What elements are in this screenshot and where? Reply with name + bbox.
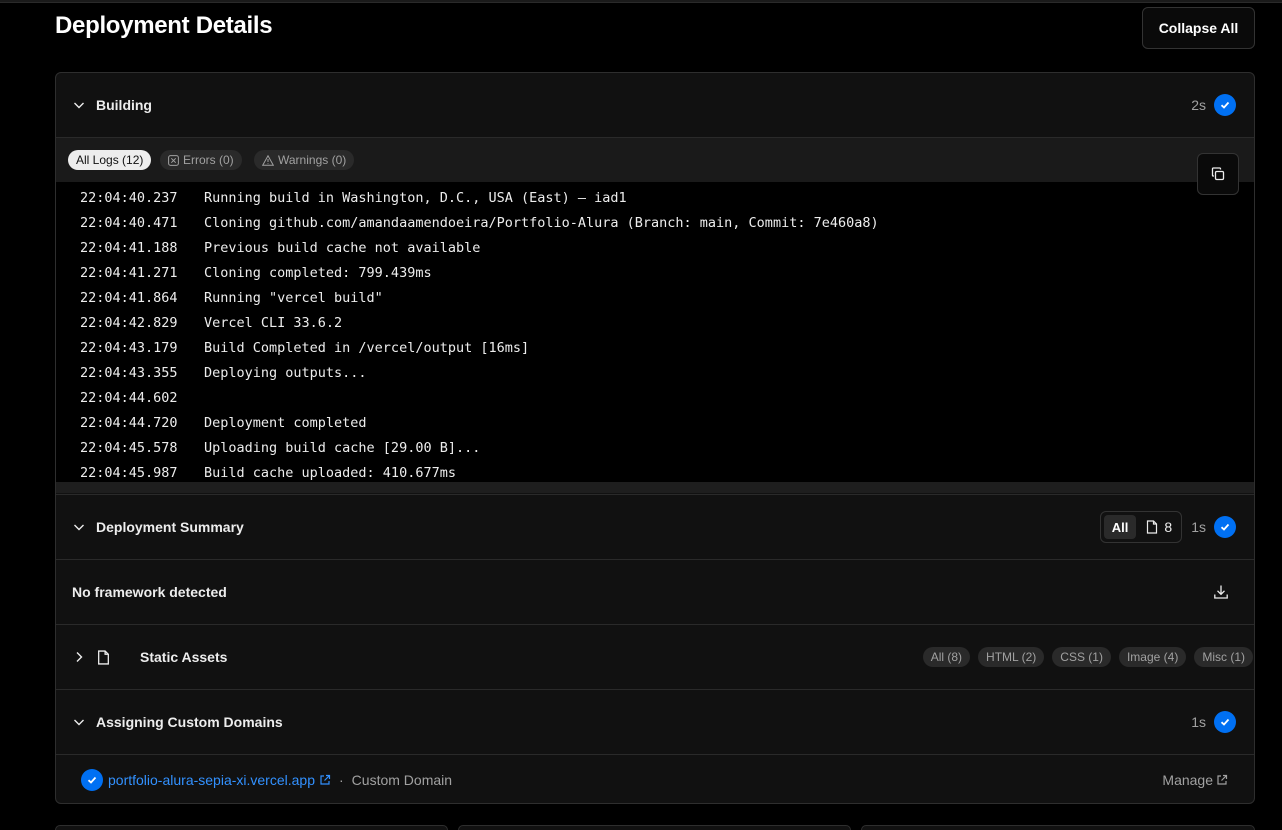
tab-all-logs-label: All Logs (12)	[76, 153, 144, 167]
summary-header[interactable]: Deployment Summary All 8 1s	[56, 494, 1254, 560]
tab-warnings-label: Warnings (0)	[278, 153, 347, 167]
log-timestamp: 22:04:41.864	[80, 289, 178, 306]
domains-header[interactable]: Assigning Custom Domains 1s	[56, 690, 1254, 755]
tab-warnings[interactable]: Warnings (0)	[254, 150, 355, 170]
building-header[interactable]: Building 2s	[56, 73, 1254, 138]
next-card	[861, 825, 1255, 830]
download-icon	[1214, 585, 1228, 599]
manage-button[interactable]: Manage	[1162, 772, 1228, 788]
external-link-icon	[1217, 774, 1228, 785]
building-duration: 2s	[1191, 97, 1206, 113]
log-timestamp: 22:04:41.188	[80, 239, 178, 256]
asset-filter-pill[interactable]: Image (4)	[1118, 647, 1187, 667]
log-message: Deployment completed	[204, 414, 367, 431]
static-assets-title: Static Assets	[140, 649, 228, 665]
log-timestamp: 22:04:45.578	[80, 439, 178, 456]
file-icon	[1147, 520, 1158, 534]
asset-filter-pill[interactable]: HTML (2)	[978, 647, 1045, 667]
separator: ·	[339, 771, 344, 788]
collapse-all-button[interactable]: Collapse All	[1142, 7, 1255, 49]
domain-type: Custom Domain	[351, 771, 453, 788]
building-title: Building	[96, 97, 152, 113]
next-card	[55, 825, 448, 830]
log-line: 22:04:44.720 Deployment completed	[56, 410, 1254, 435]
top-border	[0, 0, 1282, 3]
tab-all-logs[interactable]: All Logs (12)	[68, 150, 152, 170]
log-line: 22:04:40.237 Running build in Washington,…	[56, 185, 1254, 210]
asset-filter-pills: All (8) HTML (2) CSS (1) Image (4) Misc (1)	[922, 647, 1253, 667]
log-line: 22:04:43.179 Build Completed in /vercel/o…	[56, 335, 1254, 360]
external-link-icon[interactable]	[319, 774, 331, 786]
log-message: Cloning completed: 799.439ms	[204, 264, 432, 281]
summary-duration: 1s	[1191, 519, 1206, 535]
filter-files-button[interactable]: 8	[1142, 519, 1178, 535]
filter-all-button[interactable]: All	[1103, 515, 1137, 539]
copy-logs-button[interactable]	[1197, 153, 1239, 195]
log-message: Vercel CLI 33.6.2	[204, 314, 343, 331]
warning-triangle-icon	[262, 154, 274, 166]
asset-filter-pill[interactable]: All (8)	[922, 647, 971, 667]
log-line: 22:04:41.188 Previous build cache not ava…	[56, 235, 1254, 260]
copy-icon	[1211, 167, 1225, 181]
log-line: 22:04:40.471 Cloning github.com/amandaame…	[56, 210, 1254, 235]
log-line: 22:04:44.602	[56, 385, 1254, 410]
log-timestamp: 22:04:43.179	[80, 339, 178, 356]
check-circle-icon	[1214, 516, 1236, 538]
log-scrollbar[interactable]	[56, 482, 1254, 493]
chevron-right-icon	[76, 652, 83, 662]
log-message: Deploying outputs...	[204, 364, 367, 381]
chevron-down-icon	[74, 102, 84, 109]
build-log: 22:04:40.237 Running build in Washington,…	[56, 182, 1254, 482]
domain-link[interactable]: portfolio-alura-sepia-xi.vercel.app	[108, 772, 315, 788]
log-line: 22:04:41.271 Cloning completed: 799.439ms	[56, 260, 1254, 285]
check-circle-icon	[1214, 711, 1236, 733]
asset-filter-pill[interactable]: CSS (1)	[1052, 647, 1111, 667]
log-timestamp: 22:04:41.271	[80, 264, 178, 281]
log-timestamp: 22:04:42.829	[80, 314, 178, 331]
log-message: Running build in Washington, D.C., USA (…	[204, 189, 627, 206]
deployment-details-panel: Building 2s All Logs (12) Errors (0) War…	[55, 72, 1255, 804]
check-circle-icon	[81, 768, 103, 791]
log-message: Build Completed in /vercel/output [16ms]	[204, 339, 530, 356]
log-line: 22:04:45.578 Uploading build cache [29.00…	[56, 435, 1254, 460]
log-timestamp: 22:04:44.720	[80, 414, 178, 431]
static-assets-row[interactable]: Static Assets All (8) HTML (2) CSS (1) Imag…	[56, 625, 1254, 690]
log-message: Cloning github.com/amandaamendoeira/Port…	[204, 214, 879, 231]
summary-title: Deployment Summary	[96, 519, 244, 535]
file-icon	[98, 649, 109, 665]
x-square-icon	[168, 154, 179, 166]
chevron-down-icon	[74, 719, 84, 726]
chevron-down-icon	[74, 524, 84, 531]
log-line: 22:04:42.829 Vercel CLI 33.6.2	[56, 310, 1254, 335]
log-timestamp: 22:04:43.355	[80, 364, 178, 381]
log-filter-bar: All Logs (12) Errors (0) Warnings (0)	[56, 138, 1254, 182]
domain-entry: portfolio-alura-sepia-xi.vercel.app · Cu…	[56, 755, 1254, 803]
framework-label: No framework detected	[72, 584, 227, 600]
summary-filter: All 8	[1099, 511, 1183, 543]
domains-title: Assigning Custom Domains	[96, 714, 283, 730]
page-title: Deployment Details	[55, 12, 273, 39]
manage-label: Manage	[1162, 771, 1213, 788]
file-count: 8	[1164, 519, 1173, 535]
next-card	[458, 825, 851, 830]
check-circle-icon	[1214, 94, 1236, 116]
log-line: 22:04:41.864 Running "vercel build"	[56, 285, 1254, 310]
log-message: Uploading build cache [29.00 B]...	[204, 439, 481, 456]
log-message: Build cache uploaded: 410.677ms	[204, 464, 456, 481]
log-line: 22:04:43.355 Deploying outputs...	[56, 360, 1254, 385]
tab-errors-label: Errors (0)	[183, 153, 234, 167]
log-timestamp: 22:04:40.471	[80, 214, 178, 231]
asset-filter-pill[interactable]: Misc (1)	[1194, 647, 1253, 667]
log-timestamp: 22:04:44.602	[80, 389, 178, 406]
log-timestamp: 22:04:45.987	[80, 464, 178, 481]
framework-row: No framework detected	[56, 560, 1254, 625]
tab-errors[interactable]: Errors (0)	[160, 150, 242, 170]
log-timestamp: 22:04:40.237	[80, 189, 178, 206]
domains-duration: 1s	[1191, 714, 1206, 730]
log-message: Running "vercel build"	[204, 289, 383, 306]
download-button[interactable]	[1213, 584, 1229, 600]
log-message: Previous build cache not available	[204, 239, 481, 256]
